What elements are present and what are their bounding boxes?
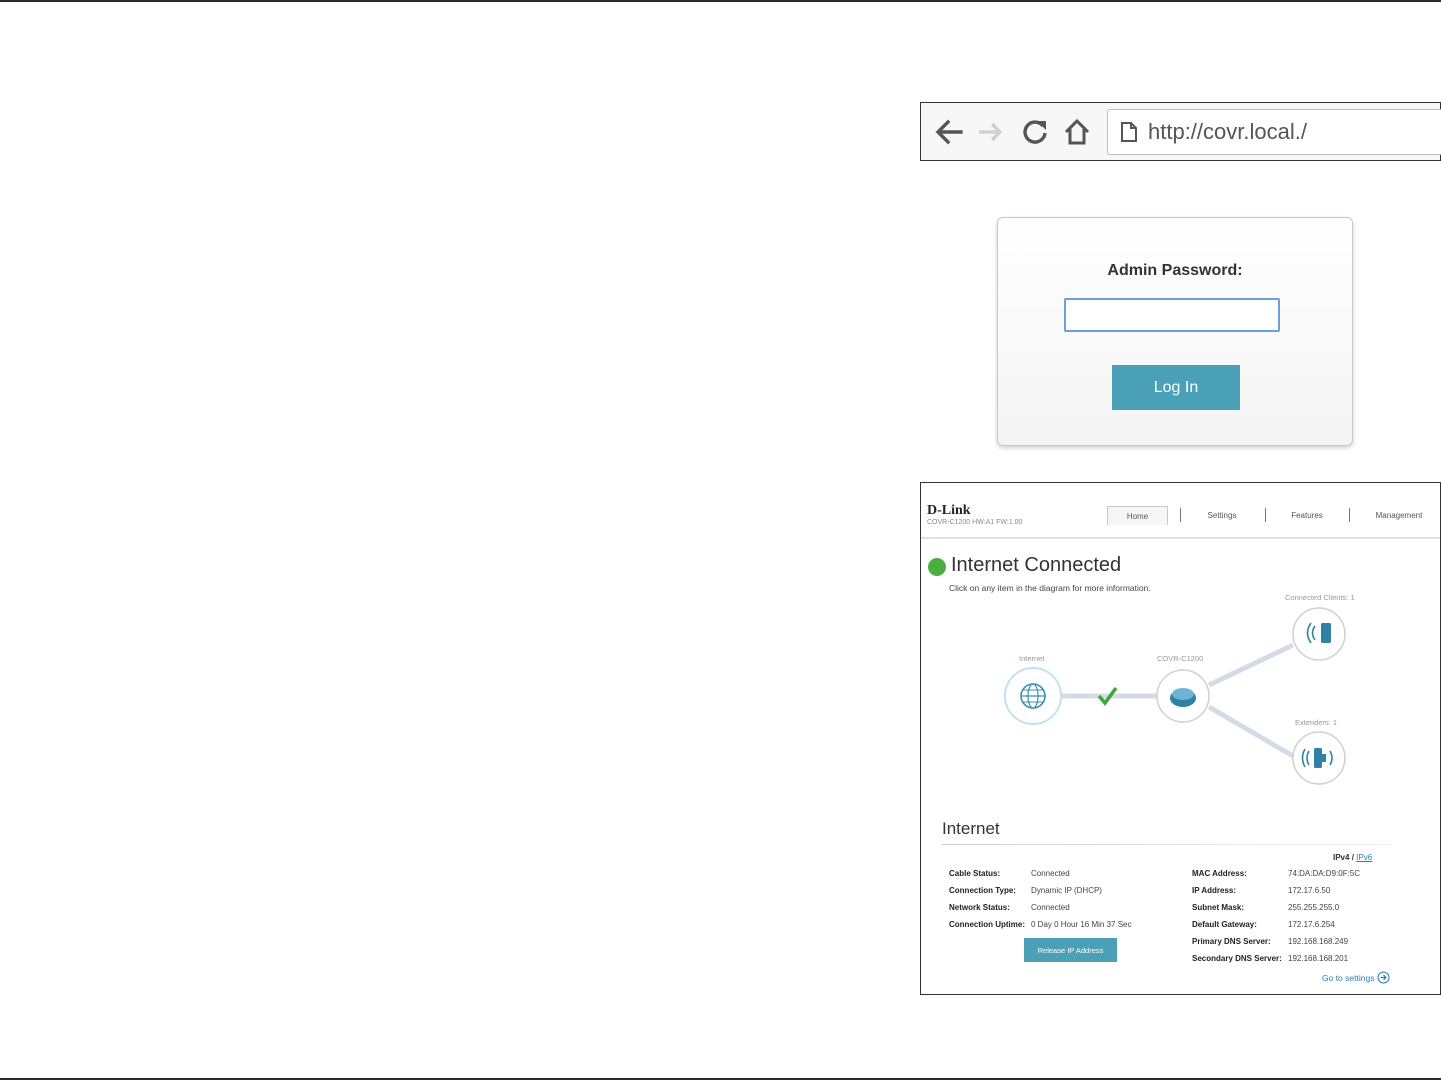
model-info: COVR-C1200 HW:A1 FW:1.00 <box>927 519 1023 526</box>
release-ip-button[interactable]: Release IP Address <box>1024 938 1117 962</box>
admin-password-label: Admin Password: <box>1107 262 1243 279</box>
clients-node[interactable] <box>1292 607 1346 661</box>
diagram-links <box>1004 607 1346 785</box>
router-label: COVR-C1200 <box>1157 654 1204 663</box>
connection-uptime-key: Connection Uptime: <box>949 920 1025 929</box>
tab-separator <box>1265 508 1266 522</box>
secondary-dns-key: Secondary DNS Server: <box>1192 954 1282 963</box>
ip-address-key: IP Address: <box>1192 886 1237 895</box>
network-status-value: Connected <box>1031 903 1070 912</box>
subnet-mask-key: Subnet Mask: <box>1192 903 1245 912</box>
status-title: Internet Connected <box>951 554 1122 576</box>
clients-label: Connected Clients: 1 <box>1285 593 1355 602</box>
internet-node[interactable] <box>1004 667 1062 725</box>
extenders-label: Extenders: 1 <box>1295 718 1338 727</box>
router-dashboard: D-Link COVR-C1200 HW:A1 FW:1.00 Home Set… <box>920 482 1441 995</box>
page-icon <box>1121 122 1137 142</box>
connection-type-key: Connection Type: <box>949 886 1016 895</box>
ipv4-label: IPv4 <box>1333 853 1350 862</box>
url-text: http://covr.local./ <box>1148 119 1307 144</box>
router-node[interactable] <box>1156 669 1210 723</box>
back-arrow-icon[interactable] <box>929 103 969 160</box>
connection-uptime-value: 0 Day 0 Hour 16 Min 37 Sec <box>1031 920 1132 929</box>
default-gateway-value: 172.17.6.254 <box>1288 920 1335 929</box>
internet-section-title: Internet <box>942 819 1000 838</box>
mac-address-key: MAC Address: <box>1192 869 1247 878</box>
cable-status-value: Connected <box>1031 869 1070 878</box>
arrow-right-circle-icon <box>1377 971 1390 984</box>
ip-switch-separator: / <box>1351 853 1354 862</box>
top-rule <box>0 0 1441 2</box>
tab-features[interactable]: Features <box>1277 506 1337 525</box>
go-to-settings-link[interactable]: Go to settings <box>1322 971 1390 984</box>
secondary-dns-value: 192.168.168.201 <box>1288 954 1349 963</box>
internet-label: Internet <box>1019 654 1045 663</box>
primary-dns-value: 192.168.168.249 <box>1288 937 1349 946</box>
section-divider <box>942 844 1392 845</box>
home-icon[interactable] <box>1057 103 1097 160</box>
tab-separator <box>1349 508 1350 522</box>
login-panel: Admin Password: Log In <box>997 217 1353 446</box>
bottom-rule <box>0 1078 1441 1080</box>
subnet-mask-value: 255.255.255.0 <box>1288 903 1340 912</box>
default-gateway-key: Default Gateway: <box>1192 920 1257 929</box>
forward-arrow-icon[interactable] <box>971 103 1011 160</box>
tab-management[interactable]: Management <box>1361 506 1437 525</box>
tab-home[interactable]: Home <box>1107 506 1168 525</box>
top-navigation: D-Link COVR-C1200 HW:A1 FW:1.00 Home Set… <box>921 483 1440 539</box>
cable-status-key: Cable Status: <box>949 869 1001 878</box>
mac-address-value: 74:DA:DA:D9:0F:5C <box>1288 869 1361 878</box>
ip-address-value: 172.17.6.50 <box>1288 886 1331 895</box>
reload-icon[interactable] <box>1015 103 1055 160</box>
ipv6-link[interactable]: IPv6 <box>1356 853 1372 862</box>
login-button[interactable]: Log In <box>1112 365 1240 410</box>
network-diagram: Internet COVR-C1200 Connected Clients: 1… <box>921 588 1440 803</box>
tab-settings[interactable]: Settings <box>1191 506 1253 525</box>
ip-version-switch: IPv4 / IPv6 <box>1333 853 1372 862</box>
browser-address-bar: http://covr.local./ <box>920 102 1441 161</box>
primary-dns-key: Primary DNS Server: <box>1192 937 1271 946</box>
go-to-settings-text: Go to settings <box>1322 972 1375 983</box>
url-field[interactable]: http://covr.local./ <box>1107 109 1441 155</box>
connection-status-dot <box>928 558 946 576</box>
admin-password-input[interactable] <box>1064 298 1280 332</box>
connection-type-value: Dynamic IP (DHCP) <box>1031 886 1102 895</box>
extenders-node[interactable] <box>1292 731 1346 785</box>
dlink-logo: D-Link <box>927 503 971 518</box>
network-status-key: Network Status: <box>949 903 1010 912</box>
tab-separator <box>1180 508 1181 522</box>
